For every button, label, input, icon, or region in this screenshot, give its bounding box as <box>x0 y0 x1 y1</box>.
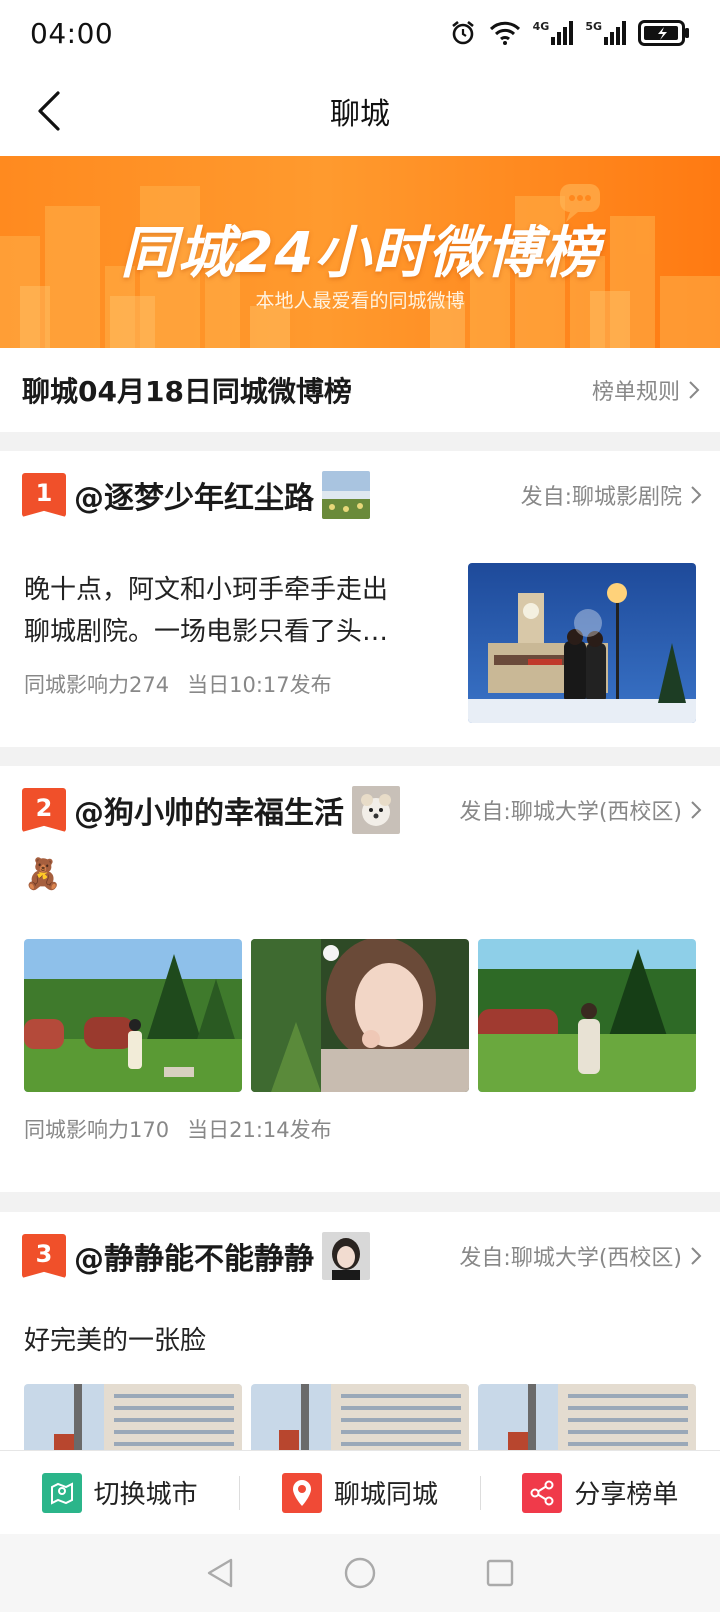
post-text: 晚十点，阿文和小珂手牵手走出 聊城剧院。一场电影只看了头… <box>24 569 444 653</box>
banner: 同城24小时微博榜 本地人最爱看的同城微博 <box>0 156 720 348</box>
post-source-link[interactable]: 发自:聊城大学(西校区) <box>459 1240 702 1272</box>
post-source-label: 发自:聊城大学(西校区) <box>459 800 682 825</box>
triangle-back-icon <box>207 1558 233 1588</box>
local-city-button[interactable]: 聊城同城 <box>240 1451 479 1534</box>
location-pin-icon <box>281 1472 322 1513</box>
post-header: 3 @静静能不能静静 发自:聊城大学(西校区) <box>22 1230 702 1282</box>
chevron-right-icon <box>691 486 702 504</box>
post-text-line: 聊城剧院。一场电影只看了头… <box>24 617 389 647</box>
battery-charging-icon <box>638 20 690 46</box>
post-text-line: 晚十点，阿文和小珂手牵手走出 <box>24 575 389 605</box>
post-source-label: 发自:聊城大学(西校区) <box>459 1246 682 1271</box>
switch-city-label: 切换城市 <box>93 1480 198 1510</box>
status-time: 04:00 <box>30 16 114 50</box>
local-city-label: 聊城同城 <box>333 1480 438 1510</box>
post-image[interactable] <box>478 1384 696 1450</box>
post-emoji: 🧸 <box>24 857 62 892</box>
post-image[interactable] <box>478 939 696 1092</box>
system-navigation-bar <box>0 1534 720 1612</box>
chevron-right-icon <box>691 1247 702 1265</box>
bottom-toolbar: 切换城市 聊城同城 分享榜单 <box>0 1450 720 1534</box>
post-image[interactable] <box>24 1384 242 1450</box>
signal-5g-label: 5G <box>585 20 602 33</box>
page-title: 聊城 <box>330 97 390 132</box>
avatar[interactable] <box>322 471 370 519</box>
switch-city-button[interactable]: 切换城市 <box>0 1451 239 1534</box>
post-username[interactable]: @狗小帅的幸福生活 <box>74 788 344 832</box>
post-time: 当日10:17发布 <box>187 673 332 697</box>
post-card-3[interactable]: 3 @静静能不能静静 发自:聊城大学(西校区) 好完美的一张脸 <box>0 1212 720 1450</box>
status-bar: 04:00 4G 5G <box>0 0 720 66</box>
rank-rules-link[interactable]: 榜单规则 <box>592 374 700 406</box>
map-pin-icon <box>41 1472 82 1513</box>
system-back-button[interactable] <box>190 1543 250 1603</box>
chevron-left-icon <box>38 91 60 131</box>
system-home-button[interactable] <box>330 1543 390 1603</box>
post-influence: 同城影响力274 <box>24 673 170 697</box>
chevron-right-icon <box>691 801 702 819</box>
post-meta: 同城影响力274 当日10:17发布 <box>24 669 332 699</box>
banner-title: 同城24小时微博榜 <box>120 221 600 286</box>
post-source-link[interactable]: 发自:聊城影剧院 <box>521 479 702 511</box>
post-image[interactable] <box>24 939 242 1092</box>
rank-badge: 1 <box>22 473 66 517</box>
rank-rules-label: 榜单规则 <box>591 380 680 405</box>
rank-badge: 3 <box>22 1234 66 1278</box>
post-image[interactable] <box>468 563 696 723</box>
chevron-right-icon <box>689 381 700 399</box>
post-image[interactable] <box>251 939 469 1092</box>
back-button[interactable] <box>22 84 76 138</box>
post-username[interactable]: @静静能不能静静 <box>74 1234 314 1278</box>
signal-5g-icon: 5G <box>585 21 626 45</box>
post-time: 当日21:14发布 <box>187 1118 332 1142</box>
post-header: 1 @逐梦少年红尘路 发自:聊城影剧院 <box>22 469 702 521</box>
share-list-label: 分享榜单 <box>574 1480 679 1510</box>
system-recents-button[interactable] <box>470 1543 530 1603</box>
rank-list-title: 聊城04月18日同城微博榜 <box>22 375 352 408</box>
share-list-button[interactable]: 分享榜单 <box>481 1451 720 1534</box>
square-recents-icon <box>486 1559 514 1587</box>
avatar[interactable] <box>322 1232 370 1280</box>
rank-badge: 2 <box>22 788 66 832</box>
page: 04:00 4G 5G 聊城 同城24小时微博榜 本地人最爱看的同城微博 聊城0… <box>0 0 720 1612</box>
wifi-icon <box>489 20 521 46</box>
post-text: 好完美的一张脸 <box>24 1326 207 1356</box>
post-source-link[interactable]: 发自:聊城大学(西校区) <box>459 794 702 826</box>
banner-subtitle: 本地人最爱看的同城微博 <box>255 290 465 312</box>
alarm-icon <box>449 19 477 47</box>
circle-home-icon <box>344 1557 376 1589</box>
post-source-label: 发自:聊城影剧院 <box>520 485 682 510</box>
signal-4g-icon: 4G <box>533 21 574 45</box>
post-username[interactable]: @逐梦少年红尘路 <box>74 473 314 517</box>
signal-4g-label: 4G <box>532 20 550 33</box>
rank-list-header: 聊城04月18日同城微博榜 榜单规则 <box>0 348 720 432</box>
share-icon <box>522 1472 563 1513</box>
avatar[interactable] <box>352 786 400 834</box>
post-header: 2 @狗小帅的幸福生活 发自:聊城大学(西校区) <box>22 784 702 836</box>
status-icons: 4G 5G <box>449 19 690 47</box>
post-card-2[interactable]: 2 @狗小帅的幸福生活 发自:聊城大学(西校区) 🧸 同城影响力170 当日21… <box>0 766 720 1192</box>
post-image[interactable] <box>251 1384 469 1450</box>
nav-bar: 聊城 <box>0 66 720 156</box>
post-influence: 同城影响力170 <box>24 1118 170 1142</box>
post-card-1[interactable]: 1 @逐梦少年红尘路 发自:聊城影剧院 晚十点，阿文和小珂手牵手走出 聊城剧院。… <box>0 451 720 747</box>
post-meta: 同城影响力170 当日21:14发布 <box>24 1114 332 1144</box>
